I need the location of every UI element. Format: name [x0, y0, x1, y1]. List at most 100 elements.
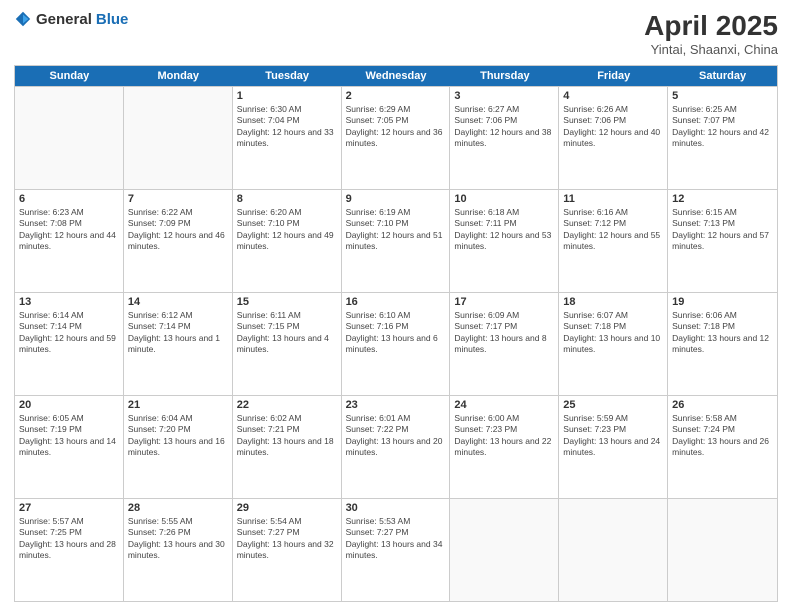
calendar-cell [450, 499, 559, 601]
day-number: 11 [563, 193, 663, 205]
calendar-cell: 22 Sunrise: 6:02 AM Sunset: 7:21 PM Dayli… [233, 396, 342, 498]
calendar-header: Sunday Monday Tuesday Wednesday Thursday… [15, 66, 777, 86]
calendar-week-5: 27 Sunrise: 5:57 AM Sunset: 7:25 PM Dayli… [15, 498, 777, 601]
calendar-cell: 20 Sunrise: 6:05 AM Sunset: 7:19 PM Dayli… [15, 396, 124, 498]
day-number: 17 [454, 296, 554, 308]
day-detail: Sunrise: 6:16 AM Sunset: 7:12 PM Dayligh… [563, 207, 663, 253]
day-detail: Sunrise: 6:29 AM Sunset: 7:05 PM Dayligh… [346, 104, 446, 150]
day-number: 15 [237, 296, 337, 308]
page: GeneralBlue April 2025 Yintai, Shaanxi, … [0, 0, 792, 612]
day-number: 27 [19, 502, 119, 514]
day-detail: Sunrise: 6:11 AM Sunset: 7:15 PM Dayligh… [237, 310, 337, 356]
calendar-cell [668, 499, 777, 601]
day-number: 6 [19, 193, 119, 205]
day-detail: Sunrise: 6:20 AM Sunset: 7:10 PM Dayligh… [237, 207, 337, 253]
header-tuesday: Tuesday [233, 66, 342, 86]
day-number: 26 [672, 399, 773, 411]
header-saturday: Saturday [668, 66, 777, 86]
day-number: 14 [128, 296, 228, 308]
calendar-cell: 8 Sunrise: 6:20 AM Sunset: 7:10 PM Daylig… [233, 190, 342, 292]
calendar-body: 1 Sunrise: 6:30 AM Sunset: 7:04 PM Daylig… [15, 86, 777, 601]
day-number: 7 [128, 193, 228, 205]
day-detail: Sunrise: 6:04 AM Sunset: 7:20 PM Dayligh… [128, 413, 228, 459]
calendar-cell [559, 499, 668, 601]
header-monday: Monday [124, 66, 233, 86]
day-number: 12 [672, 193, 773, 205]
calendar-cell: 30 Sunrise: 5:53 AM Sunset: 7:27 PM Dayli… [342, 499, 451, 601]
day-detail: Sunrise: 5:54 AM Sunset: 7:27 PM Dayligh… [237, 516, 337, 562]
calendar-cell: 29 Sunrise: 5:54 AM Sunset: 7:27 PM Dayli… [233, 499, 342, 601]
day-number: 20 [19, 399, 119, 411]
calendar-cell: 9 Sunrise: 6:19 AM Sunset: 7:10 PM Daylig… [342, 190, 451, 292]
day-number: 1 [237, 90, 337, 102]
day-detail: Sunrise: 6:14 AM Sunset: 7:14 PM Dayligh… [19, 310, 119, 356]
day-number: 3 [454, 90, 554, 102]
day-detail: Sunrise: 6:23 AM Sunset: 7:08 PM Dayligh… [19, 207, 119, 253]
day-detail: Sunrise: 6:19 AM Sunset: 7:10 PM Dayligh… [346, 207, 446, 253]
calendar-cell: 15 Sunrise: 6:11 AM Sunset: 7:15 PM Dayli… [233, 293, 342, 395]
day-number: 10 [454, 193, 554, 205]
calendar-cell: 3 Sunrise: 6:27 AM Sunset: 7:06 PM Daylig… [450, 87, 559, 189]
day-number: 2 [346, 90, 446, 102]
day-detail: Sunrise: 5:53 AM Sunset: 7:27 PM Dayligh… [346, 516, 446, 562]
calendar-cell: 28 Sunrise: 5:55 AM Sunset: 7:26 PM Dayli… [124, 499, 233, 601]
day-detail: Sunrise: 6:12 AM Sunset: 7:14 PM Dayligh… [128, 310, 228, 356]
day-number: 25 [563, 399, 663, 411]
calendar: Sunday Monday Tuesday Wednesday Thursday… [14, 65, 778, 602]
calendar-cell: 13 Sunrise: 6:14 AM Sunset: 7:14 PM Dayli… [15, 293, 124, 395]
calendar-week-3: 13 Sunrise: 6:14 AM Sunset: 7:14 PM Dayli… [15, 292, 777, 395]
calendar-week-4: 20 Sunrise: 6:05 AM Sunset: 7:19 PM Dayli… [15, 395, 777, 498]
calendar-cell: 12Sunrise: 6:15 AM Sunset: 7:13 PM Dayli… [668, 190, 777, 292]
day-number: 18 [563, 296, 663, 308]
day-number: 24 [454, 399, 554, 411]
day-detail: Sunrise: 6:25 AM Sunset: 7:07 PM Dayligh… [672, 104, 773, 150]
calendar-cell: 11 Sunrise: 6:16 AM Sunset: 7:12 PM Dayli… [559, 190, 668, 292]
day-number: 13 [19, 296, 119, 308]
day-number: 28 [128, 502, 228, 514]
calendar-cell: 5 Sunrise: 6:25 AM Sunset: 7:07 PM Daylig… [668, 87, 777, 189]
day-detail: Sunrise: 6:01 AM Sunset: 7:22 PM Dayligh… [346, 413, 446, 459]
calendar-cell: 17Sunrise: 6:09 AM Sunset: 7:17 PM Dayli… [450, 293, 559, 395]
calendar-cell: 10Sunrise: 6:18 AM Sunset: 7:11 PM Dayli… [450, 190, 559, 292]
calendar-week-2: 6 Sunrise: 6:23 AM Sunset: 7:08 PM Daylig… [15, 189, 777, 292]
calendar-cell: 26 Sunrise: 5:58 AM Sunset: 7:24 PM Dayli… [668, 396, 777, 498]
day-detail: Sunrise: 6:00 AM Sunset: 7:23 PM Dayligh… [454, 413, 554, 459]
day-detail: Sunrise: 6:10 AM Sunset: 7:16 PM Dayligh… [346, 310, 446, 356]
day-detail: Sunrise: 6:27 AM Sunset: 7:06 PM Dayligh… [454, 104, 554, 150]
title-area: April 2025 Yintai, Shaanxi, China [644, 10, 778, 57]
day-detail: Sunrise: 5:58 AM Sunset: 7:24 PM Dayligh… [672, 413, 773, 459]
day-number: 5 [672, 90, 773, 102]
day-detail: Sunrise: 6:05 AM Sunset: 7:19 PM Dayligh… [19, 413, 119, 459]
calendar-cell [15, 87, 124, 189]
day-detail: Sunrise: 6:02 AM Sunset: 7:21 PM Dayligh… [237, 413, 337, 459]
calendar-cell: 6 Sunrise: 6:23 AM Sunset: 7:08 PM Daylig… [15, 190, 124, 292]
day-detail: Sunrise: 5:55 AM Sunset: 7:26 PM Dayligh… [128, 516, 228, 562]
calendar-cell: 2 Sunrise: 6:29 AM Sunset: 7:05 PM Daylig… [342, 87, 451, 189]
day-number: 23 [346, 399, 446, 411]
day-number: 22 [237, 399, 337, 411]
logo: GeneralBlue [14, 10, 128, 28]
header-wednesday: Wednesday [342, 66, 451, 86]
header-friday: Friday [559, 66, 668, 86]
header-thursday: Thursday [450, 66, 559, 86]
calendar-cell: 21 Sunrise: 6:04 AM Sunset: 7:20 PM Dayli… [124, 396, 233, 498]
day-number: 21 [128, 399, 228, 411]
location-title: Yintai, Shaanxi, China [644, 42, 778, 57]
calendar-cell: 7Sunrise: 6:22 AM Sunset: 7:09 PM Daylig… [124, 190, 233, 292]
calendar-cell: 1 Sunrise: 6:30 AM Sunset: 7:04 PM Daylig… [233, 87, 342, 189]
day-number: 19 [672, 296, 773, 308]
logo-icon [14, 10, 32, 28]
day-number: 9 [346, 193, 446, 205]
calendar-cell: 4Sunrise: 6:26 AM Sunset: 7:06 PM Daylig… [559, 87, 668, 189]
calendar-cell: 27 Sunrise: 5:57 AM Sunset: 7:25 PM Dayli… [15, 499, 124, 601]
calendar-week-1: 1 Sunrise: 6:30 AM Sunset: 7:04 PM Daylig… [15, 86, 777, 189]
day-number: 8 [237, 193, 337, 205]
header-sunday: Sunday [15, 66, 124, 86]
calendar-cell: 19 Sunrise: 6:06 AM Sunset: 7:18 PM Dayli… [668, 293, 777, 395]
day-detail: Sunrise: 5:57 AM Sunset: 7:25 PM Dayligh… [19, 516, 119, 562]
day-detail: Sunrise: 6:30 AM Sunset: 7:04 PM Dayligh… [237, 104, 337, 150]
day-detail: Sunrise: 6:06 AM Sunset: 7:18 PM Dayligh… [672, 310, 773, 356]
day-number: 30 [346, 502, 446, 514]
day-number: 29 [237, 502, 337, 514]
calendar-cell: 24 Sunrise: 6:00 AM Sunset: 7:23 PM Dayli… [450, 396, 559, 498]
